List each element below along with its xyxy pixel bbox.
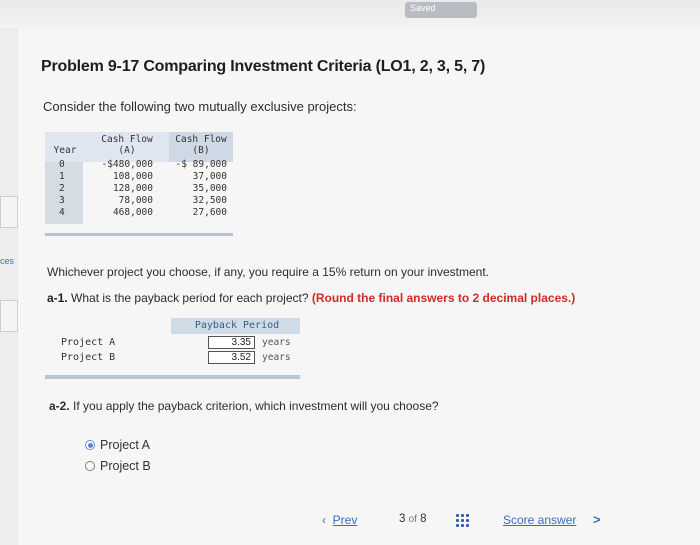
table-cell-b: 37,000 bbox=[192, 171, 227, 182]
table-cell-b: -$ 89,000 bbox=[175, 159, 227, 170]
payback-unit: years bbox=[262, 352, 291, 363]
payback-table: Payback Period Project A 3.35 years Proj… bbox=[45, 318, 300, 380]
chevron-left-icon: ‹ bbox=[322, 513, 326, 527]
payback-bottom-rule bbox=[45, 375, 300, 379]
table-cell-year: 0 bbox=[59, 159, 65, 170]
question-a2-label: a-2. bbox=[49, 399, 70, 413]
question-a2: a-2. If you apply the payback criterion,… bbox=[49, 399, 439, 413]
score-answer-link[interactable]: Score answer bbox=[503, 513, 576, 527]
question-a1-label: a-1. bbox=[47, 291, 68, 305]
saved-label: Saved bbox=[410, 3, 436, 13]
page-current: 3 bbox=[399, 513, 406, 525]
table-cell-a: 128,000 bbox=[112, 183, 153, 194]
grid-icon[interactable] bbox=[455, 513, 469, 527]
cash-flow-table: Year Cash Flow (A) Cash Flow (B) 0 -$480… bbox=[45, 132, 233, 236]
table-cell-b: 27,600 bbox=[192, 207, 227, 218]
header-cash-flow-b: Cash Flow bbox=[175, 134, 227, 145]
table-cell-year: 2 bbox=[59, 183, 65, 194]
table-cell-a: 468,000 bbox=[112, 207, 153, 218]
question-a2-text: If you apply the payback criterion, whic… bbox=[73, 399, 439, 413]
question-a1: a-1. What is the payback period for each… bbox=[47, 291, 575, 305]
question-a1-note: (Round the final answers to 2 decimal pl… bbox=[311, 291, 576, 305]
table-cell-year: 3 bbox=[59, 195, 65, 206]
table-cell-b: 32,500 bbox=[192, 195, 227, 206]
table-cell-b: 35,000 bbox=[192, 183, 227, 194]
page-of: of bbox=[408, 514, 417, 525]
payback-a-input[interactable]: 3.35 bbox=[208, 336, 255, 349]
prev-label: Prev bbox=[332, 513, 358, 527]
option-label: Project A bbox=[100, 438, 151, 452]
payback-header: Payback Period bbox=[194, 320, 280, 331]
table-cell-year: 1 bbox=[59, 171, 65, 182]
table-cell-a: 78,000 bbox=[118, 195, 153, 206]
payback-unit: years bbox=[262, 337, 291, 348]
option-project-a[interactable]: Project A bbox=[85, 438, 150, 452]
page-indicator: 3 of 8 bbox=[399, 513, 427, 525]
table-cell-year: 4 bbox=[59, 207, 65, 218]
problem-intro: Consider the following two mutually excl… bbox=[43, 99, 357, 114]
payback-row-label: Project A bbox=[61, 337, 116, 348]
radio-unselected-icon[interactable] bbox=[85, 461, 95, 471]
table-bottom-rule bbox=[45, 233, 233, 236]
prev-button[interactable]: ‹ Prev bbox=[322, 513, 357, 527]
question-text: Whichever project you choose, if any, yo… bbox=[47, 265, 490, 279]
sidebar-item[interactable] bbox=[0, 300, 18, 332]
page-total: 8 bbox=[420, 513, 427, 525]
payback-b-input[interactable]: 3.52 bbox=[208, 351, 255, 364]
header-b: (B) bbox=[192, 145, 210, 156]
header-year: Year bbox=[53, 145, 77, 156]
option-label: Project B bbox=[100, 459, 151, 473]
top-bar bbox=[0, 0, 700, 28]
radio-selected-icon[interactable] bbox=[85, 440, 95, 450]
problem-title: Problem 9-17 Comparing Investment Criter… bbox=[41, 58, 486, 75]
payback-row-label: Project B bbox=[61, 352, 116, 363]
sidebar-item[interactable] bbox=[0, 196, 18, 228]
sidebar-label: ces bbox=[0, 256, 15, 266]
header-a: (A) bbox=[118, 145, 136, 156]
chevron-right-icon[interactable]: > bbox=[593, 512, 601, 527]
option-project-b[interactable]: Project B bbox=[85, 459, 151, 473]
table-cell-a: 108,000 bbox=[112, 171, 153, 182]
question-a1-text: What is the payback period for each proj… bbox=[71, 291, 309, 305]
left-sidebar bbox=[0, 28, 18, 545]
table-cell-a: -$480,000 bbox=[101, 159, 153, 170]
header-cash-flow-a: Cash Flow bbox=[101, 134, 153, 145]
